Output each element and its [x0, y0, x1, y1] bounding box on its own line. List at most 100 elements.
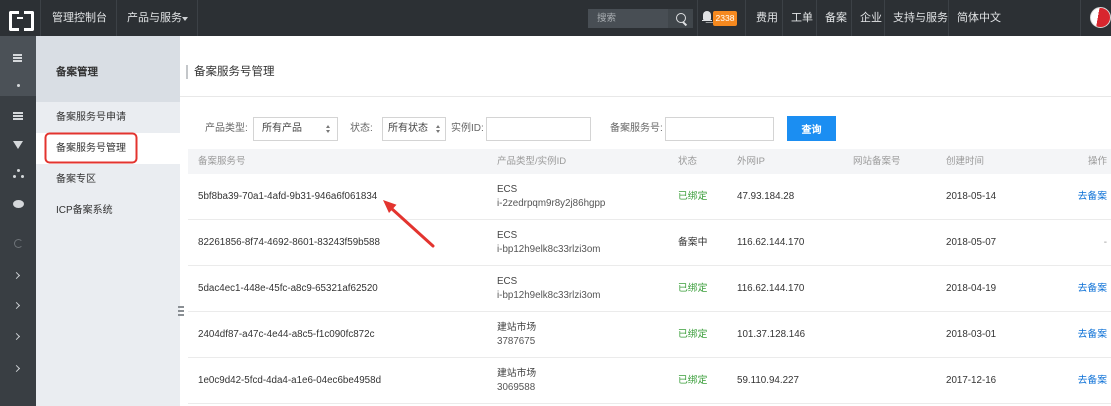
go-filing-link[interactable]: 去备案 [1078, 358, 1107, 404]
top-navbar: 管理控制台 产品与服务 2338 费用 工单 备案 企业 支持与服务 简体中文 [0, 0, 1111, 36]
column-header: 外网IP [737, 156, 765, 167]
status-text: 已绑定 [678, 283, 708, 294]
instance-id-label: 实例ID: [451, 123, 484, 134]
public-ip: 101.37.128.146 [737, 329, 806, 340]
notification-badge[interactable]: 2338 [713, 11, 737, 26]
topbar-divider [782, 0, 783, 36]
instance-id: i-2zedrpqm9r8y2j86hgpp [497, 198, 606, 209]
nav-support[interactable]: 支持与服务 [893, 0, 948, 36]
cloud-icon[interactable] [12, 200, 24, 208]
column-header: 网站备案号 [853, 156, 901, 167]
sidebar-item-label: 备案专区 [56, 174, 96, 185]
status-text: 已绑定 [678, 375, 708, 386]
console-home-link[interactable]: 管理控制台 [52, 0, 107, 36]
nav-enterprise[interactable]: 企业 [860, 0, 882, 36]
caret-down-icon[interactable] [182, 17, 188, 21]
rail-top-block [0, 36, 36, 96]
sidebar-item-label: ICP备案系统 [56, 205, 113, 216]
bell-icon[interactable] [701, 11, 712, 23]
table-row: 2404df87-a47c-4e44-a8c5-f1c090fc872c 建站市… [188, 312, 1111, 358]
service-number: 5bf8ba39-70a1-4afd-9b31-946a6f061834 [198, 191, 378, 202]
list-icon[interactable] [13, 112, 23, 114]
instance-id: i-bp12h9elk8c33rlzi3om [497, 244, 601, 255]
nav-icp-filing[interactable]: 备案 [825, 0, 847, 36]
status-select[interactable]: 所有状态 [382, 117, 446, 141]
instance-id-input[interactable] [486, 117, 591, 141]
created-date: 2018-03-01 [946, 329, 997, 340]
status-value: 所有状态 [388, 123, 428, 134]
user-avatar[interactable] [1090, 7, 1111, 28]
public-ip: 59.110.94.227 [737, 375, 799, 386]
table-row: 5dac4ec1-448e-45fc-a8c9-65321af62520 ECS… [188, 266, 1111, 312]
sort-arrows-icon [436, 124, 441, 134]
sidebar-collapse-icon[interactable] [178, 306, 184, 308]
column-header: 备案服务号 [198, 156, 246, 167]
topbar-divider [116, 0, 117, 36]
service-no-input[interactable] [665, 117, 774, 141]
sidebar: 备案管理 备案服务号申请 备案服务号管理 备案专区 ICP备案系统 [36, 36, 180, 406]
icon-rail [0, 36, 36, 406]
sidebar-item-label: 备案服务号管理 [56, 143, 126, 154]
sidebar-item-service-apply[interactable]: 备案服务号申请 [36, 102, 180, 133]
product-type-label: 产品类型: [205, 123, 248, 134]
sidebar-item-filing-zone[interactable]: 备案专区 [36, 164, 180, 195]
product-type: ECS [497, 276, 518, 287]
table-row: 5bf8ba39-70a1-4afd-9b31-946a6f061834 ECS… [188, 174, 1111, 220]
created-date: 2018-05-07 [946, 237, 997, 248]
heart-icon[interactable] [13, 141, 23, 149]
action-placeholder: - [1103, 237, 1107, 248]
page-title: 备案服务号管理 [194, 66, 275, 78]
title-accent-bar [186, 65, 188, 79]
menu-icon[interactable] [13, 54, 22, 56]
chevron-right-icon[interactable] [12, 332, 21, 340]
sidebar-item-service-manage[interactable]: 备案服务号管理 [36, 133, 180, 164]
search-icon[interactable] [668, 9, 693, 28]
nav-billing[interactable]: 费用 [756, 0, 778, 36]
go-filing-link[interactable]: 去备案 [1078, 174, 1107, 220]
topbar-divider [697, 0, 698, 36]
product-type-select[interactable]: 所有产品 [253, 117, 338, 141]
product-type: ECS [497, 184, 518, 195]
status-label: 状态: [350, 123, 373, 134]
instance-id: i-bp12h9elk8c33rlzi3om [497, 290, 601, 301]
sidebar-title: 备案管理 [56, 66, 98, 78]
nav-language[interactable]: 简体中文 [957, 0, 1001, 36]
sidebar-header: 备案管理 [36, 36, 180, 102]
service-number: 5dac4ec1-448e-45fc-a8c9-65321af62520 [198, 283, 378, 294]
public-ip: 116.62.144.170 [737, 237, 805, 248]
products-menu[interactable]: 产品与服务 [127, 0, 182, 36]
created-date: 2018-05-14 [946, 191, 997, 202]
column-header: 创建时间 [946, 156, 985, 167]
cluster-icon[interactable] [16, 169, 20, 172]
link-icon[interactable] [13, 238, 23, 248]
product-type: 建站市场 [497, 322, 537, 333]
dot-icon[interactable] [16, 83, 20, 87]
chevron-right-icon[interactable] [12, 364, 21, 372]
table-row: 1e0c9d42-5fcd-4da4-a1e6-04ec6be4958d 建站市… [188, 358, 1111, 404]
aliyun-logo-icon[interactable] [9, 11, 34, 31]
query-button[interactable]: 查询 [787, 116, 836, 141]
public-ip: 116.62.144.170 [737, 283, 805, 294]
chevron-right-icon[interactable] [12, 271, 21, 279]
chevron-right-icon[interactable] [12, 301, 21, 309]
instance-id: 3787675 [497, 336, 536, 347]
table-header: 备案服务号 产品类型/实例ID 状态 外网IP 网站备案号 创建时间 操作 [188, 149, 1111, 174]
topbar-divider [745, 0, 746, 36]
sidebar-item-icp-system[interactable]: ICP备案系统 [36, 195, 180, 226]
column-header: 状态 [678, 156, 698, 167]
go-filing-link[interactable]: 去备案 [1078, 312, 1107, 358]
status-text: 已绑定 [678, 329, 708, 340]
service-number: 82261856-8f74-4692-8601-83243f59b588 [198, 237, 380, 248]
created-date: 2017-12-16 [946, 375, 997, 386]
go-filing-link[interactable]: 去备案 [1078, 266, 1107, 312]
nav-tickets[interactable]: 工单 [791, 0, 813, 36]
service-no-label: 备案服务号: [610, 123, 663, 134]
column-header: 产品类型/实例ID [497, 156, 567, 167]
created-date: 2018-04-19 [946, 283, 997, 294]
status-text: 备案中 [678, 237, 708, 248]
sidebar-item-label: 备案服务号申请 [56, 112, 126, 123]
topbar-divider [851, 0, 852, 36]
search-input[interactable] [588, 9, 668, 28]
product-type: 建站市场 [497, 368, 537, 379]
topbar-divider [197, 0, 198, 36]
